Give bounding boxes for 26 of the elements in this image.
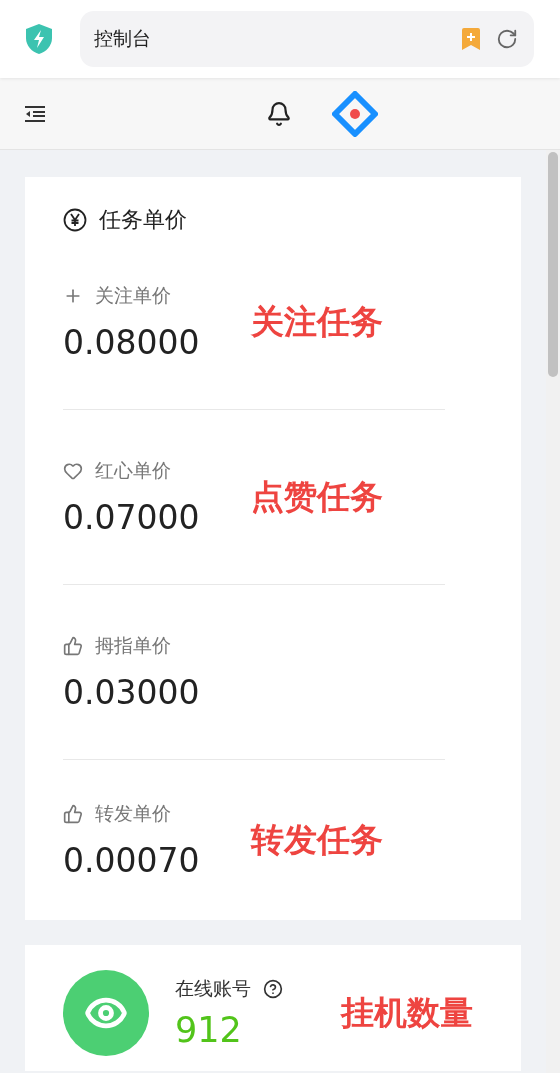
- price-label: 关注单价: [95, 282, 171, 308]
- address-text: 控制台: [94, 26, 152, 51]
- annotation-text: 挂机数量: [341, 991, 473, 1034]
- address-bar[interactable]: 控制台: [80, 11, 534, 67]
- price-value: 0.00070: [63, 840, 201, 880]
- logo-icon[interactable]: [332, 90, 378, 137]
- bell-icon[interactable]: [266, 100, 292, 127]
- thumbs-up-icon: [63, 803, 83, 824]
- price-value: 0.07000: [63, 497, 201, 537]
- menu-fold-icon[interactable]: [24, 104, 46, 123]
- help-icon[interactable]: [263, 979, 283, 999]
- price-label: 转发单价: [95, 800, 171, 826]
- price-value: 0.03000: [63, 672, 201, 712]
- price-label: 红心单价: [95, 457, 171, 483]
- annotation-text: 关注任务: [251, 300, 383, 343]
- card-title: 任务单价: [99, 206, 187, 234]
- online-count: 912: [175, 1010, 243, 1050]
- price-label: 拇指单价: [95, 632, 171, 658]
- refresh-icon[interactable]: [496, 28, 518, 50]
- annotation-text: 转发任务: [251, 818, 383, 861]
- yen-icon: [63, 208, 87, 232]
- annotation-text: 点赞任务: [251, 475, 383, 518]
- online-label: 在线账号: [175, 976, 251, 1001]
- price-value: 0.08000: [63, 322, 201, 362]
- heart-icon: [63, 460, 83, 481]
- thumbs-up-icon: [63, 635, 83, 656]
